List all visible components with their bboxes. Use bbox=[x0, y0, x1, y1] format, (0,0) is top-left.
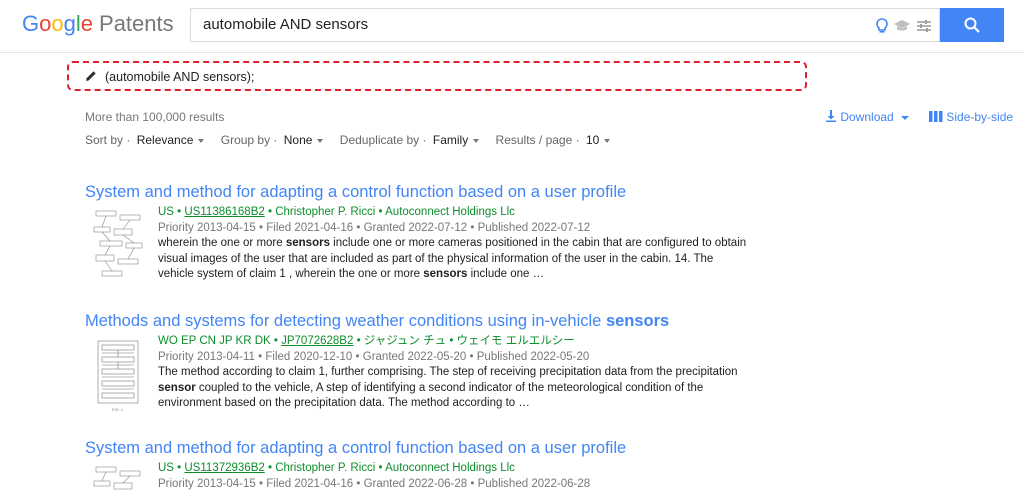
sort-by-dropdown[interactable]: Sort by · Relevance bbox=[85, 133, 204, 147]
sort-value: Relevance bbox=[137, 133, 194, 147]
google-patents-logo[interactable]: GooglePatents bbox=[22, 11, 174, 37]
granted-date: Granted 2022-05-20 bbox=[363, 351, 467, 363]
group-by-dropdown[interactable]: Group by · None bbox=[221, 133, 324, 147]
result-title-link[interactable]: Methods and systems for detecting weathe… bbox=[85, 312, 745, 331]
deduplicate-by-dropdown[interactable]: Deduplicate by · Family bbox=[340, 133, 479, 147]
result-meta-line: US • US11386168B2 • Christopher P. Ricci… bbox=[158, 205, 748, 221]
caret-down-icon bbox=[317, 139, 323, 143]
published-date: Published 2022-05-20 bbox=[477, 351, 590, 363]
query-text: (automobile AND sensors); bbox=[105, 70, 254, 84]
granted-date: Granted 2022-06-28 bbox=[364, 478, 468, 490]
result-details: US • US11386168B2 • Christopher P. Ricci… bbox=[158, 205, 748, 283]
result-inventor: Christopher P. Ricci bbox=[275, 206, 375, 218]
caret-down-icon bbox=[198, 139, 204, 143]
result-title-link[interactable]: System and method for adapting a control… bbox=[85, 183, 745, 202]
result-meta-line: US • US11372936B2 • Christopher P. Ricci… bbox=[158, 461, 748, 477]
filed-date: Filed 2021-04-16 bbox=[266, 222, 353, 234]
search-box bbox=[190, 8, 940, 42]
search-input[interactable] bbox=[203, 9, 843, 41]
title-highlight: sensors bbox=[606, 312, 669, 330]
granted-date: Granted 2022-07-12 bbox=[364, 222, 468, 234]
google-wordmark: Google bbox=[22, 11, 93, 36]
group-value: None bbox=[284, 133, 313, 147]
patent-drawing-thumbnail[interactable] bbox=[90, 207, 148, 289]
priority-date: Priority 2013-04-15 bbox=[158, 222, 256, 234]
result-countries: US bbox=[158, 206, 174, 218]
tune-icon[interactable] bbox=[915, 17, 933, 35]
result-dates: Priority 2013-04-15 • Filed 2021-04-16 •… bbox=[158, 221, 748, 237]
side-by-side-label: Side-by-side bbox=[946, 110, 1013, 124]
query-chip-highlight[interactable]: (automobile AND sensors); bbox=[67, 61, 807, 91]
title-text: Methods and systems for detecting weathe… bbox=[85, 312, 606, 330]
download-icon bbox=[825, 110, 837, 124]
top-header: GooglePatents bbox=[0, 0, 1024, 53]
download-label: Download bbox=[840, 110, 893, 124]
published-date: Published 2022-07-12 bbox=[478, 222, 591, 234]
patents-wordmark: Patents bbox=[99, 11, 174, 36]
lightbulb-icon[interactable] bbox=[873, 17, 891, 35]
patent-drawing-thumbnail[interactable]: FIG. 1 bbox=[90, 339, 148, 421]
filed-date: Filed 2021-04-16 bbox=[266, 478, 353, 490]
result-meta-line: WO EP CN JP KR DK • JP7072628B2 • ジャジュン … bbox=[158, 334, 748, 350]
result-patent-number-link[interactable]: US11386168B2 bbox=[184, 206, 264, 218]
download-button[interactable]: Download bbox=[825, 110, 909, 124]
group-label: Group by bbox=[221, 133, 270, 147]
per-page-value: 10 bbox=[586, 133, 599, 147]
result-assignee: Autoconnect Holdings Llc bbox=[385, 206, 515, 218]
caret-down-icon bbox=[604, 139, 610, 143]
sort-label: Sort by bbox=[85, 133, 123, 147]
dedup-label: Deduplicate by bbox=[340, 133, 419, 147]
result-item: System and method for adapting a control… bbox=[85, 439, 745, 458]
dedup-value: Family bbox=[433, 133, 468, 147]
filed-date: Filed 2020-12-10 bbox=[265, 351, 352, 363]
side-by-side-button[interactable]: Side-by-side bbox=[929, 110, 1013, 124]
columns-icon bbox=[929, 110, 943, 124]
result-title-link[interactable]: System and method for adapting a control… bbox=[85, 439, 745, 458]
svg-text:FIG. 1: FIG. 1 bbox=[112, 407, 124, 412]
result-patent-number-link[interactable]: US11372936B2 bbox=[184, 462, 264, 474]
result-countries: WO EP CN JP KR DK bbox=[158, 335, 271, 347]
result-count: More than 100,000 results bbox=[85, 110, 224, 124]
result-assignee: Autoconnect Holdings Llc bbox=[385, 462, 515, 474]
result-patent-number-link[interactable]: JP7072628B2 bbox=[281, 335, 353, 347]
result-dates: Priority 2013-04-15 • Filed 2021-04-16 •… bbox=[158, 477, 748, 492]
result-inventor: Christopher P. Ricci bbox=[275, 462, 375, 474]
patent-drawing-thumbnail[interactable] bbox=[90, 463, 148, 491]
result-dates: Priority 2013-04-11 • Filed 2020-12-10 •… bbox=[158, 350, 748, 366]
priority-date: Priority 2013-04-11 bbox=[158, 351, 255, 363]
result-snippet: The method according to claim 1, further… bbox=[158, 365, 748, 412]
results-per-page-dropdown[interactable]: Results / page · 10 bbox=[496, 133, 611, 147]
caret-down-icon bbox=[473, 139, 479, 143]
result-countries: US bbox=[158, 462, 174, 474]
result-item: System and method for adapting a control… bbox=[85, 183, 745, 202]
result-assignee: ウェイモ エルエルシー bbox=[457, 335, 575, 347]
search-icon bbox=[963, 16, 981, 37]
caret-down-icon bbox=[901, 116, 909, 120]
result-item: Methods and systems for detecting weathe… bbox=[85, 312, 745, 331]
result-snippet: wherein the one or more sensors include … bbox=[158, 236, 748, 283]
result-inventor: ジャジュン チュ bbox=[364, 335, 446, 347]
result-options: Sort by · Relevance Group by · None Dedu… bbox=[85, 133, 623, 147]
per-page-label: Results / page bbox=[496, 133, 573, 147]
graduation-cap-icon[interactable] bbox=[893, 17, 911, 35]
search-button[interactable] bbox=[940, 8, 1004, 42]
result-details: WO EP CN JP KR DK • JP7072628B2 • ジャジュン … bbox=[158, 334, 748, 412]
result-details: US • US11372936B2 • Christopher P. Ricci… bbox=[158, 461, 748, 492]
published-date: Published 2022-06-28 bbox=[478, 478, 591, 490]
pencil-icon[interactable] bbox=[85, 69, 97, 87]
priority-date: Priority 2013-04-15 bbox=[158, 478, 256, 490]
